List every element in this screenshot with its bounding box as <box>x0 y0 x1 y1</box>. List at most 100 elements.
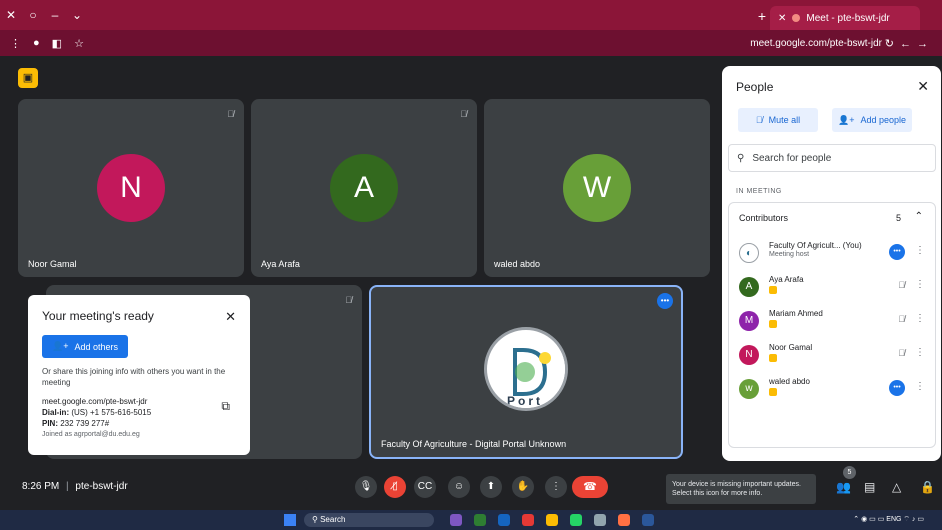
list-item[interactable]: N Noor Gamal 🎙̸ ⋮ <box>735 341 931 371</box>
more-options-icon[interactable]: ⋮ <box>915 279 925 290</box>
add-people-button[interactable]: 👤+ Add people <box>832 108 912 132</box>
people-icon[interactable]: 👥 <box>836 480 851 494</box>
host-controls-icon[interactable]: ▣ <box>18 68 38 88</box>
recording-dot-icon <box>792 14 801 22</box>
participant-tile[interactable]: 🎙̸ N Noor Gamal <box>18 99 244 277</box>
new-tab-button[interactable]: + <box>758 8 766 24</box>
close-tab-icon[interactable]: ✕ <box>778 13 786 24</box>
more-options-icon[interactable]: ⋮ <box>915 381 925 392</box>
in-meeting-label: IN MEETING <box>736 188 782 195</box>
app-icon[interactable] <box>522 514 534 526</box>
participant-tile[interactable]: W waled abdo <box>484 99 710 277</box>
more-options-icon[interactable]: ⋮ <box>915 347 925 358</box>
avatar: W <box>563 154 631 222</box>
faculty-logo: Port <box>484 326 568 411</box>
sidebar-icon[interactable]: ◧ <box>52 37 62 50</box>
windows-start-icon[interactable] <box>284 514 296 526</box>
more-options-button[interactable]: ⋮ <box>545 476 567 498</box>
avatar: ◐ <box>739 243 759 263</box>
group-count: 5 <box>895 213 901 223</box>
muted-mic-icon[interactable]: 🎙̸ <box>898 280 905 290</box>
muted-mic-icon[interactable]: 🎙̸ <box>898 348 905 358</box>
browser-tab[interactable]: ✕ Meet - pte-bswt-jdr <box>770 6 920 30</box>
network-volume-icon: ⌔ ♪ ▭ <box>903 516 924 523</box>
presenter-tile[interactable]: ••• Port Faculty Of Agriculture - Digita… <box>369 285 683 459</box>
chrome-icon[interactable] <box>546 514 558 526</box>
list-item[interactable]: ◐ Faculty Of Agricult... (You) Meeting h… <box>735 239 931 269</box>
badge-icon <box>769 354 777 362</box>
list-item[interactable]: M Mariam Ahmed 🎙̸ ⋮ <box>735 307 931 337</box>
raise-hand-button[interactable]: ✋ <box>512 476 534 498</box>
pin-label: PIN: <box>42 419 58 428</box>
end-call-button[interactable]: ☎ <box>572 476 608 498</box>
group-label[interactable]: Contributors <box>739 213 788 223</box>
nav-buttons[interactable]: ↻←→ <box>885 37 934 50</box>
meeting-link[interactable]: meet.google.com/pte-bswt-jdr <box>42 396 236 407</box>
minimize-window-icon[interactable]: – <box>44 8 66 22</box>
more-options-icon[interactable]: ⋮ <box>915 245 925 256</box>
tray-icons: ⌃ ◉ ▭ ▭ <box>853 516 887 523</box>
extension-icon[interactable]: ● <box>33 37 40 49</box>
close-window-icon[interactable]: ✕ <box>0 8 22 22</box>
participant-role: Meeting host <box>769 251 810 258</box>
close-icon[interactable]: ✕ <box>917 78 929 95</box>
whatsapp-icon[interactable] <box>570 514 582 526</box>
meeting-ready-card: Your meeting's ready ✕ 👤+ Add others Or … <box>28 295 250 455</box>
url-text[interactable]: meet.google.com/pte-bswt-jdr <box>750 38 882 49</box>
speaking-indicator-icon: ••• <box>889 244 905 260</box>
mute-all-button[interactable]: 🎙̸ Mute all <box>738 108 818 132</box>
taskbar-search[interactable]: ⚲ Search <box>304 513 434 527</box>
language-indicator: ENG <box>886 516 902 523</box>
app-icon[interactable] <box>594 514 606 526</box>
participant-name: waled abdo <box>494 259 541 269</box>
more-options-icon[interactable]: ⋮ <box>915 313 925 324</box>
speaking-indicator-icon: ••• <box>889 380 905 396</box>
add-people-label: Add people <box>860 115 906 125</box>
system-tray[interactable]: ⌃ ◉ ▭ ▭ ENG ⌔ ♪ ▭ <box>853 515 924 524</box>
list-item[interactable]: A Aya Arafa 🎙̸ ⋮ <box>735 273 931 303</box>
activities-icon[interactable]: △ <box>892 480 901 494</box>
add-others-button[interactable]: 👤+ Add others <box>42 335 128 358</box>
dialin-number: (US) +1 575-616-5015 <box>71 408 152 417</box>
joined-as: Joined as agrportal@du.edu.eg <box>42 431 140 438</box>
chevron-down-icon[interactable]: ⌄ <box>66 8 88 22</box>
close-icon[interactable]: ✕ <box>225 309 236 325</box>
host-lock-icon[interactable]: 🔒 <box>920 480 935 494</box>
search-input[interactable]: ⚲ Search for people <box>728 144 936 172</box>
separator: | <box>66 481 69 492</box>
camera-off-button[interactable]: ▯̸ <box>384 476 406 498</box>
dialin-label: Dial-in: <box>42 408 70 417</box>
emoji-button[interactable]: ☺ <box>448 476 470 498</box>
address-bar: ⋮ ● ◧ ☆ meet.google.com/pte-bswt-jdr ↻←→ <box>0 30 942 56</box>
participant-tile[interactable]: 🎙̸ A Aya Arafa <box>251 99 477 277</box>
add-others-label: Add others <box>74 341 118 352</box>
muted-mic-icon: 🎙̸ <box>227 109 234 119</box>
search-icon: ⚲ <box>312 515 318 524</box>
muted-mic-icon: 🎙̸ <box>345 295 352 305</box>
captions-button[interactable]: CC <box>414 476 436 498</box>
app-icon[interactable] <box>618 514 630 526</box>
restore-window-icon[interactable]: ○ <box>22 8 44 22</box>
participant-name: Noor Gamal <box>769 343 813 352</box>
meet-control-bar: 8:26 PM | pte-bswt-jdr 🎙 ▯̸ CC ☺ ⬆ ✋ ⋮ ☎… <box>0 466 942 510</box>
present-button[interactable]: ⬆ <box>480 476 502 498</box>
app-icon[interactable] <box>498 514 510 526</box>
app-icon[interactable] <box>450 514 462 526</box>
chat-icon[interactable]: ▤ <box>864 480 875 494</box>
list-item[interactable]: w waled abdo ••• ⋮ <box>735 375 931 405</box>
menu-icon[interactable]: ⋮ <box>10 37 21 50</box>
muted-mic-icon[interactable]: 🎙̸ <box>898 314 905 324</box>
word-icon[interactable] <box>642 514 654 526</box>
join-info: meet.google.com/pte-bswt-jdr Dial-in: (U… <box>42 396 236 440</box>
app-icon[interactable] <box>474 514 486 526</box>
avatar: N <box>739 345 759 365</box>
muted-mic-icon: 🎙̸ <box>460 109 467 119</box>
microphone-button[interactable]: 🎙 <box>355 476 377 498</box>
browser-titlebar: ✕ ○ – ⌄ + ✕ Meet - pte-bswt-jdr <box>0 0 942 30</box>
chevron-up-icon[interactable]: ⌃ <box>915 211 923 222</box>
bookmark-star-icon[interactable]: ☆ <box>74 37 84 50</box>
mute-icon: 🎙̸ <box>755 115 763 125</box>
copy-icon[interactable]: ⧉ <box>221 399 230 414</box>
participant-name: Noor Gamal <box>28 259 77 269</box>
card-title: Your meeting's ready <box>42 309 154 323</box>
